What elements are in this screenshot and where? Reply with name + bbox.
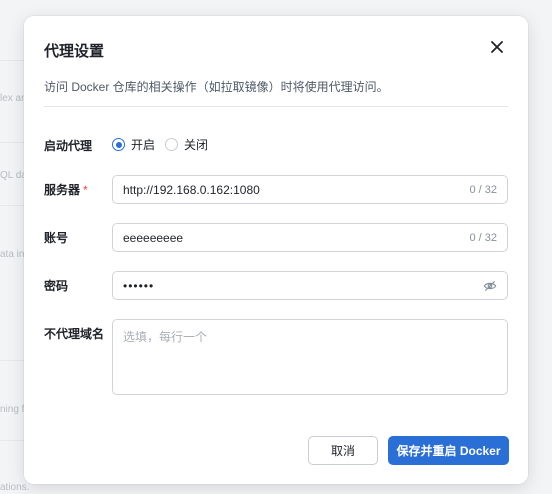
dialog-title: 代理设置: [44, 43, 105, 60]
account-label: 账号: [44, 231, 69, 245]
account-input[interactable]: eeeeeeeee 0 / 32: [112, 223, 508, 252]
radio-disable[interactable]: 关闭: [165, 136, 208, 153]
required-mark: *: [83, 183, 88, 197]
server-input[interactable]: http://192.168.0.162:1080 0 / 32: [112, 175, 508, 204]
eye-off-icon[interactable]: [483, 279, 497, 293]
radio-enable-label: 开启: [131, 138, 156, 152]
background-text: ations.: [0, 482, 30, 493]
background-text: QL da: [0, 170, 27, 181]
background-text: lex an: [0, 93, 27, 104]
server-char-counter: 0 / 32: [469, 183, 497, 196]
background-text: ning f: [0, 404, 25, 415]
account-input-value: eeeeeeeee: [123, 230, 184, 245]
radio-disable-label: 关闭: [184, 138, 209, 152]
server-label: 服务器 *: [44, 181, 88, 198]
enable-proxy-radio-group: 开启 关闭: [112, 136, 208, 153]
server-label-text: 服务器: [44, 183, 81, 197]
proxy-settings-dialog: 代理设置 访问 Docker 仓库的相关操作（如拉取镜像）时将使用代理访问。 启…: [24, 16, 528, 484]
server-input-value: http://192.168.0.162:1080: [123, 182, 260, 197]
no-proxy-textarea[interactable]: 选填，每行一个: [112, 319, 508, 395]
save-restart-button[interactable]: 保存并重启 Docker: [388, 436, 509, 465]
radio-checked-icon: [112, 138, 125, 151]
enable-proxy-label: 启动代理: [44, 139, 93, 153]
password-input[interactable]: ••••••: [112, 271, 508, 300]
radio-enable[interactable]: 开启: [112, 136, 155, 153]
account-char-counter: 0 / 32: [469, 231, 497, 244]
close-icon[interactable]: [490, 40, 504, 54]
password-label: 密码: [44, 279, 69, 293]
password-masked-value: ••••••: [123, 278, 155, 293]
header-divider: [44, 106, 508, 107]
dialog-description: 访问 Docker 仓库的相关操作（如拉取镜像）时将使用代理访问。: [44, 80, 389, 94]
cancel-button[interactable]: 取消: [308, 436, 378, 465]
radio-unchecked-icon: [165, 138, 179, 151]
no-proxy-label: 不代理域名: [44, 327, 105, 341]
